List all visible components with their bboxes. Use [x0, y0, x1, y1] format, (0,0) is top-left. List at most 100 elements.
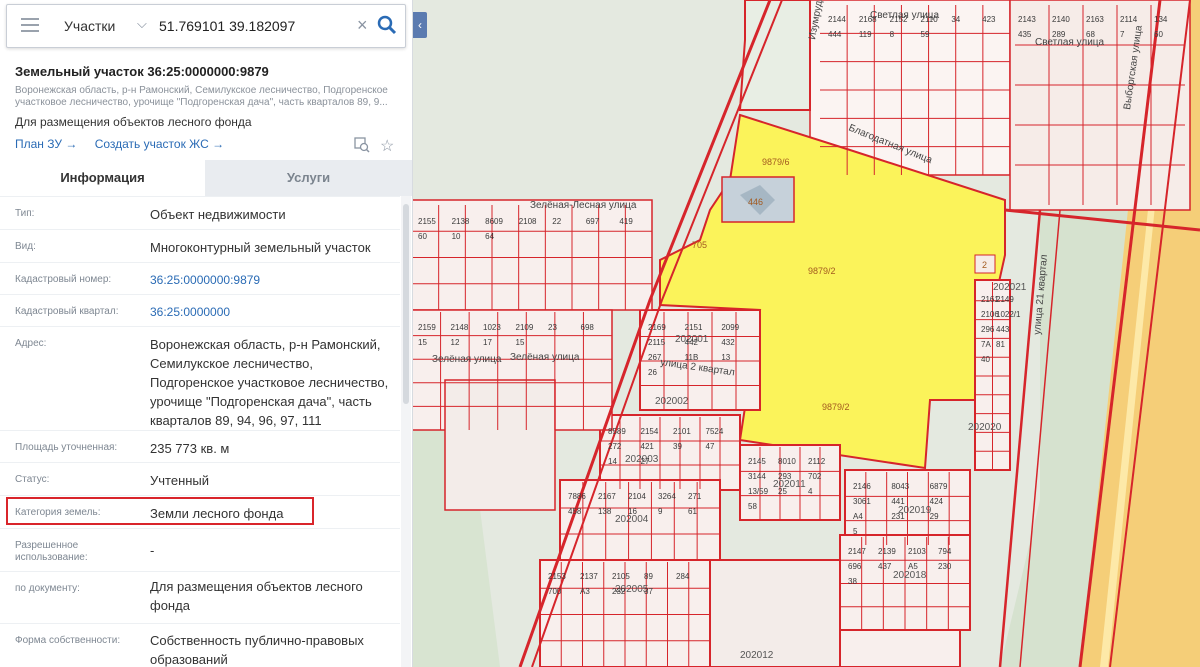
- plot-number-label: 697: [586, 217, 600, 226]
- plot-number-label: 2105: [612, 572, 630, 581]
- plot-number-label: 2109: [516, 323, 534, 332]
- scrollbar-thumb[interactable]: [403, 204, 409, 404]
- plot-number-label: 68: [1086, 30, 1095, 39]
- info-row: Разрешенное использование: -: [0, 528, 400, 572]
- plot-number-label: 289: [1052, 30, 1066, 39]
- plot-number-label: 39: [673, 442, 682, 451]
- plot-number-label: 696: [848, 562, 862, 571]
- plot-number-label: 2148: [451, 323, 469, 332]
- cadastral-number-link[interactable]: 36:25:0000000:9879: [150, 271, 400, 290]
- plot-number-label: 2167: [598, 492, 616, 501]
- info-value: Воронежская область, р-н Рамонский, Семи…: [150, 337, 389, 428]
- parcel-label: 9879/2: [808, 266, 836, 276]
- plot-number-label: 15: [516, 338, 525, 347]
- plot-number-label: A5: [908, 562, 918, 571]
- plot-number-label: 8043: [891, 482, 909, 491]
- plot-number-label: 458: [568, 507, 582, 516]
- plot-number-label: 2146: [853, 482, 871, 491]
- plot-number-label: 6879: [930, 482, 948, 491]
- plot-number-label: 284: [676, 572, 690, 581]
- plot-number-label: 2169: [648, 323, 666, 332]
- info-row: Кадастровый номер: 36:25:0000000:9879: [0, 262, 400, 295]
- plot-number-label: 2139: [878, 547, 896, 556]
- search-bar: Участки ⌵ 51.769101 39.182097 ×: [6, 4, 406, 48]
- cadastral-quarter-link[interactable]: 36:25:0000000: [150, 303, 400, 322]
- search-icon[interactable]: [377, 15, 397, 35]
- plot-number-label: 8589: [608, 427, 626, 436]
- plot-number-label: 7886: [568, 492, 586, 501]
- parcel-label: 446: [748, 197, 763, 207]
- collapse-panel-button[interactable]: ‹: [413, 12, 427, 38]
- block-label: 202020: [968, 422, 1002, 433]
- highlight-box: [6, 497, 314, 525]
- info-row: Вид: Многоконтурный земельный участок: [0, 229, 400, 263]
- plot-number-label: A4: [853, 512, 863, 521]
- plot-number-label: 23: [548, 323, 557, 332]
- create-parcel-link[interactable]: Создать участок ЖС →: [95, 137, 224, 151]
- plot-number-label: 423: [982, 15, 996, 24]
- chevron-down-icon[interactable]: ⌵: [137, 16, 147, 32]
- plot-number-label: 81: [996, 340, 1005, 349]
- plot-number-label: 700: [548, 587, 562, 596]
- plot-number-label: 60: [1154, 30, 1163, 39]
- info-label: Статус:: [15, 474, 50, 485]
- plot-number-label: 3264: [658, 492, 676, 501]
- plot-number-label: 2104: [628, 492, 646, 501]
- info-label: по документу:: [15, 583, 80, 594]
- zoom-to-parcel-icon[interactable]: [354, 137, 370, 153]
- plot-number-label: 424: [930, 497, 944, 506]
- tab-services[interactable]: Услуги: [205, 160, 412, 196]
- plot-number-label: 293: [778, 472, 792, 481]
- scrollbar[interactable]: [401, 196, 411, 667]
- plot-number-label: 134: [1154, 15, 1168, 24]
- plot-number-label: 2168: [859, 15, 877, 24]
- plot-number-label: 2152: [890, 15, 908, 24]
- plot-number-label: 119: [859, 30, 872, 39]
- block-label: 202002: [655, 396, 689, 407]
- parcel-links: План ЗУ → Создать участок ЖС →: [15, 137, 238, 151]
- plot-number-label: 17: [483, 338, 492, 347]
- tab-info[interactable]: Информация: [0, 160, 205, 196]
- plot-number-label: 231: [891, 512, 905, 521]
- plot-number-label: 444: [828, 30, 842, 39]
- plot-number-label: 441: [891, 497, 905, 506]
- plot-number-label: 11B: [685, 353, 699, 362]
- plot-number-label: 271: [688, 492, 702, 501]
- info-label: Кадастровый квартал:: [15, 306, 119, 317]
- info-row: Статус: Учтенный: [0, 462, 400, 496]
- plot-number-label: 61: [688, 507, 697, 516]
- plot-number-label: 25: [778, 487, 787, 496]
- parcel-title: Земельный участок 36:25:0000000:9879: [15, 64, 269, 79]
- parcel-label: 2: [982, 260, 987, 270]
- plot-number-label: 2138: [452, 217, 470, 226]
- search-type-select[interactable]: Участки: [64, 18, 115, 34]
- plot-number-label: 2103: [908, 547, 926, 556]
- plot-number-label: 2140: [1052, 15, 1070, 24]
- plot-number-label: 22: [552, 217, 561, 226]
- plot-number-label: 2137: [580, 572, 598, 581]
- block-label: 202012: [740, 650, 774, 661]
- plot-number-label: 12: [451, 338, 460, 347]
- plot-number-label: 7: [1120, 30, 1125, 39]
- info-value: Собственность публично-правовых образова…: [150, 633, 364, 667]
- star-icon[interactable]: ☆: [380, 136, 394, 156]
- search-input[interactable]: 51.769101 39.182097: [159, 18, 295, 34]
- close-icon[interactable]: ×: [357, 15, 368, 36]
- plot-number-label: 13/59: [748, 487, 769, 496]
- plot-number-label: 2101: [673, 427, 691, 436]
- info-label: Разрешенное использование:: [15, 540, 88, 563]
- plot-number-label: 5: [853, 527, 858, 536]
- info-label: Тип:: [15, 208, 35, 219]
- info-value: Учтенный: [150, 473, 210, 488]
- plot-number-label: 27: [641, 457, 650, 466]
- info-row: Адрес: Воронежская область, р-н Рамонски…: [0, 326, 400, 431]
- plot-number-label: 267: [648, 353, 662, 362]
- plot-number-label: 3144: [748, 472, 766, 481]
- info-row: Кадастровый квартал: 36:25:0000000: [0, 294, 400, 327]
- plan-link[interactable]: План ЗУ →: [15, 137, 77, 151]
- plot-number-label: 272: [608, 442, 622, 451]
- menu-icon[interactable]: [21, 18, 39, 32]
- parcel-label: 705: [692, 240, 707, 250]
- plot-number-label: 59: [921, 30, 930, 39]
- plot-number-label: 10: [452, 232, 461, 241]
